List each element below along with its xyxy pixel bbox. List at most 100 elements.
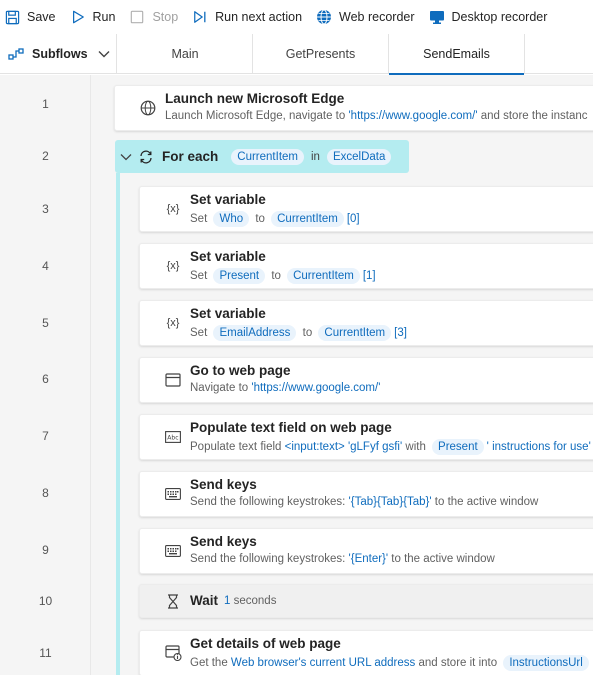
desktop-recorder-button[interactable]: Desktop recorder — [429, 5, 547, 29]
desc-text: to the active window — [388, 553, 495, 565]
action-title: Set variable — [190, 192, 266, 207]
desc-text: to — [271, 270, 281, 282]
desc-text: and store it into — [415, 657, 501, 669]
stop-icon — [129, 9, 145, 25]
toolbar: Save Run Stop Run next action Web record… — [0, 0, 593, 34]
tab-label: Main — [171, 47, 199, 61]
action-populate-text-field[interactable]: Abc Populate text field on web page Popu… — [139, 414, 593, 460]
chevron-down-icon — [98, 50, 110, 58]
variable-pill: Present — [432, 439, 484, 455]
variable-pill: Who — [213, 211, 250, 227]
action-description: CurrentItem in ExcelData — [228, 148, 394, 165]
action-get-details-web-page[interactable]: Get details of web page Get the Web brow… — [139, 630, 593, 675]
variable-pill: CurrentItem — [287, 268, 360, 284]
index-value: [1] — [362, 270, 376, 282]
variable-icon: {x} — [166, 203, 180, 215]
chevron-down-icon[interactable] — [120, 153, 132, 161]
variable-pill: CurrentItem — [318, 325, 392, 341]
subflows-label: Subflows — [32, 47, 88, 61]
action-title: Populate text field on web page — [190, 420, 392, 435]
save-label: Save — [27, 10, 56, 24]
desc-text: seconds — [233, 595, 277, 607]
run-button[interactable]: Run — [70, 5, 115, 29]
action-description: Navigate to 'https://www.google.com/' — [190, 382, 380, 394]
desc-text: Get the — [190, 657, 231, 669]
desc-text: Navigate to — [190, 382, 252, 394]
action-launch-edge[interactable]: Launch new Microsoft Edge Launch Microso… — [114, 85, 593, 131]
flow-canvas: 1 2 3 4 5 6 7 8 9 10 11 Launch new Micro… — [0, 75, 593, 675]
action-go-to-web-page[interactable]: Go to web page Navigate to 'https://www.… — [139, 357, 593, 403]
action-description: Send the following keystrokes: '{Enter}'… — [190, 553, 495, 565]
desc-text: to the active window — [431, 496, 539, 508]
index-value: [0] — [346, 213, 360, 225]
line-number: 9 — [42, 543, 49, 557]
stop-button[interactable]: Stop — [129, 5, 178, 29]
action-send-keys-enter[interactable]: Send keys Send the following keystrokes:… — [139, 528, 593, 574]
save-icon — [4, 9, 20, 25]
desc-text: in — [311, 150, 320, 163]
desc-text: and store the instanc — [477, 110, 588, 122]
web-recorder-button[interactable]: Web recorder — [316, 5, 415, 29]
line-number: 4 — [42, 259, 49, 273]
line-number: 11 — [39, 646, 52, 660]
action-title: For each — [162, 149, 219, 164]
text-field-icon: Abc — [164, 428, 182, 446]
tab-getpresents[interactable]: GetPresents — [253, 34, 389, 74]
desc-text: Set — [190, 270, 208, 282]
desc-text: Send the following keystrokes: — [190, 553, 349, 565]
ui-element-value: <input:text> — [284, 441, 345, 453]
desc-text: Send the following keystrokes: — [190, 496, 349, 508]
line-number: 10 — [38, 594, 53, 608]
line-number: 3 — [42, 202, 49, 216]
variable-pill: InstructionsUrl — [503, 655, 589, 671]
variable-pill: Present — [213, 268, 266, 284]
action-description: Set Present to CurrentItem [1] — [190, 268, 376, 284]
variable-pill: CurrentItem — [231, 148, 304, 165]
desc-text: Launch Microsoft Edge, navigate to — [165, 110, 349, 122]
variable-icon: {x} — [166, 317, 180, 329]
line-number: 5 — [42, 316, 49, 330]
line-number-gutter: 1 2 3 4 5 6 7 8 9 10 11 — [0, 75, 91, 675]
action-for-each[interactable]: For each CurrentItem in ExcelData — [115, 140, 409, 173]
variable-pill: EmailAddress — [213, 325, 297, 341]
desc-text: Set — [190, 327, 208, 339]
action-title: Send keys — [190, 477, 257, 492]
loop-body-indicator — [116, 173, 120, 675]
line-number: 1 — [42, 97, 49, 111]
tab-main[interactable]: Main — [118, 34, 253, 74]
subflows-dropdown[interactable]: Subflows — [0, 34, 117, 74]
action-description: Get the Web browser's current URL addres… — [190, 655, 592, 671]
action-title: Go to web page — [190, 363, 291, 378]
index-value: [3] — [394, 327, 407, 339]
line-number: 7 — [42, 429, 49, 443]
tab-sendemails[interactable]: SendEmails — [389, 34, 525, 75]
run-next-label: Run next action — [215, 10, 303, 24]
monitor-icon — [429, 9, 445, 25]
action-description: 1 seconds — [224, 595, 276, 607]
desc-text: Set — [190, 213, 208, 225]
svg-text:Abc: Abc — [167, 435, 178, 442]
line-number: 2 — [42, 149, 49, 163]
desc-text: Populate text field — [190, 441, 285, 453]
desc-text: to — [255, 213, 265, 225]
url-value: 'https://www.google.com/' — [251, 382, 381, 394]
desc-text: to — [302, 327, 313, 339]
loop-icon — [138, 149, 154, 165]
action-set-variable-present[interactable]: {x} Set variable Set Present to CurrentI… — [139, 243, 593, 289]
line-number: 8 — [42, 486, 49, 500]
tab-label: SendEmails — [423, 47, 490, 61]
action-send-keys-tab[interactable]: Send keys Send the following keystrokes:… — [139, 471, 593, 517]
globe-icon — [139, 99, 157, 117]
action-description: Send the following keystrokes: '{Tab}{Ta… — [190, 496, 538, 508]
run-next-action-button[interactable]: Run next action — [192, 5, 302, 29]
action-title: Launch new Microsoft Edge — [165, 91, 345, 106]
url-value: 'https://www.google.com/' — [348, 110, 478, 122]
action-set-variable-who[interactable]: {x} Set variable Set Who to CurrentItem[… — [139, 186, 593, 232]
save-button[interactable]: Save — [4, 5, 56, 29]
action-description: Set Who to CurrentItem [0] — [190, 211, 360, 227]
action-wait[interactable]: Wait 1 seconds — [139, 584, 593, 618]
action-set-variable-email[interactable]: {x} Set variable Set EmailAddress to Cur… — [139, 300, 593, 346]
action-title: Set variable — [190, 249, 266, 264]
wait-value: 1 — [224, 595, 231, 607]
tab-label: GetPresents — [285, 47, 356, 61]
